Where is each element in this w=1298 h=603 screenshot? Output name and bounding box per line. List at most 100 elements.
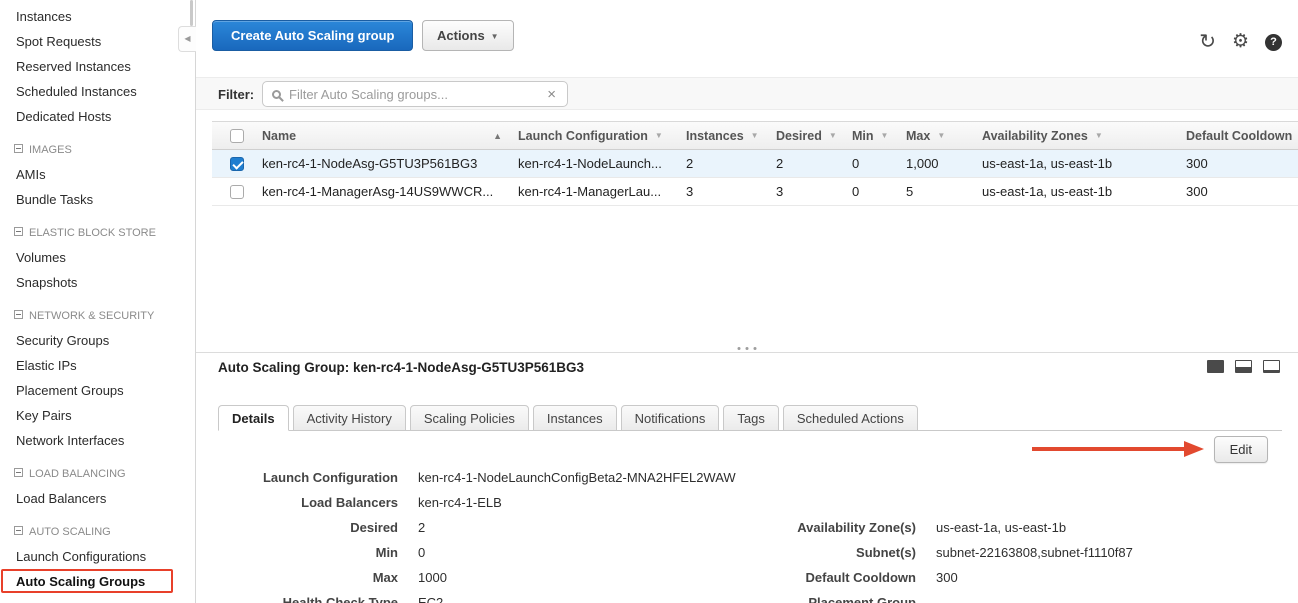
actions-button[interactable]: Actions▼ <box>422 20 514 51</box>
sidebar-item-elastic-ips[interactable]: Elastic IPs <box>0 353 195 378</box>
field-value: subnet-22163808,subnet-f1110f87 <box>936 545 1133 560</box>
refresh-icon[interactable]: ↻ <box>1199 33 1216 51</box>
cell-min: 0 <box>846 156 900 171</box>
column-header-launch-configuration[interactable]: Launch Configuration▼ <box>512 129 680 143</box>
cell-desired: 2 <box>770 156 846 171</box>
field-label: Min <box>218 545 408 560</box>
panel-layout-icons <box>1207 360 1280 373</box>
tab-tags[interactable]: Tags <box>723 405 778 431</box>
sort-caret-icon: ▼ <box>655 131 663 140</box>
sidebar-item-bundle-tasks[interactable]: Bundle Tasks <box>0 187 195 212</box>
filter-search-box: × <box>262 81 568 107</box>
sidebar-item-placement-groups[interactable]: Placement Groups <box>0 378 195 403</box>
detail-fields-left: Launch Configurationken-rc4-1-NodeLaunch… <box>218 470 736 603</box>
column-header-name[interactable]: Name▲ <box>256 129 512 143</box>
cell-instances: 2 <box>680 156 770 171</box>
column-header-availability-zones[interactable]: Availability Zones▼ <box>976 129 1180 143</box>
sidebar-item-key-pairs[interactable]: Key Pairs <box>0 403 195 428</box>
sidebar-item-dedicated-hosts[interactable]: Dedicated Hosts <box>0 104 195 129</box>
field-value: 2 <box>418 520 425 535</box>
collapse-section-icon[interactable] <box>14 526 23 535</box>
create-auto-scaling-group-button[interactable]: Create Auto Scaling group <box>212 20 413 51</box>
field-label: Load Balancers <box>218 495 408 510</box>
cell-instances: 3 <box>680 184 770 199</box>
sidebar-item-network-interfaces[interactable]: Network Interfaces <box>0 428 195 453</box>
field-label: Desired <box>218 520 408 535</box>
field-value: ken-rc4-1-ELB <box>418 495 502 510</box>
sort-caret-icon: ▼ <box>1095 131 1103 140</box>
tab-scaling-policies[interactable]: Scaling Policies <box>410 405 529 431</box>
row-checkbox[interactable] <box>230 185 244 199</box>
sidebar-item-scheduled-instances[interactable]: Scheduled Instances <box>0 79 195 104</box>
collapse-section-icon[interactable] <box>14 144 23 153</box>
search-icon <box>272 90 281 99</box>
sidebar-section-load-balancing[interactable]: LOAD BALANCING <box>0 462 195 486</box>
ec2-console-screen: Instances Spot Requests Reserved Instanc… <box>0 0 1298 603</box>
row-checkbox[interactable] <box>230 157 244 171</box>
splitter-drag-handle[interactable] <box>732 345 763 352</box>
tab-notifications[interactable]: Notifications <box>621 405 720 431</box>
cell-availability-zones: us-east-1a, us-east-1b <box>976 184 1180 199</box>
cell-default-cooldown: 300 <box>1180 184 1298 199</box>
sidebar-item-auto-scaling-groups[interactable]: Auto Scaling Groups <box>0 569 195 594</box>
edit-button[interactable]: Edit <box>1214 436 1268 463</box>
filter-bar: Filter: × |‹ ‹ 1 to 2 of 2 Auto Scaling … <box>196 77 1298 110</box>
collapse-section-icon[interactable] <box>14 468 23 477</box>
sidebar-item-load-balancers[interactable]: Load Balancers <box>0 486 195 511</box>
sidebar-section-images[interactable]: IMAGES <box>0 138 195 162</box>
column-header-max[interactable]: Max▼ <box>900 129 976 143</box>
collapse-panel-icon[interactable] <box>1263 360 1280 373</box>
sidebar-item-snapshots[interactable]: Snapshots <box>0 270 195 295</box>
field-label: Max <box>218 570 408 585</box>
field-value: 0 <box>418 545 425 560</box>
sort-caret-icon: ▼ <box>751 131 759 140</box>
sidebar-item-reserved-instances[interactable]: Reserved Instances <box>0 54 195 79</box>
panel-splitter <box>196 352 1298 353</box>
select-all-checkbox[interactable] <box>230 129 244 143</box>
cell-name: ken-rc4-1-ManagerAsg-14US9WWCR... <box>256 184 512 199</box>
table-row[interactable]: ken-rc4-1-ManagerAsg-14US9WWCR... ken-rc… <box>212 178 1298 206</box>
field-value: 1000 <box>418 570 447 585</box>
help-icon[interactable]: ? <box>1265 34 1282 51</box>
tab-scheduled-actions[interactable]: Scheduled Actions <box>783 405 918 431</box>
field-label: Default Cooldown <box>766 570 926 585</box>
chevron-down-icon: ▼ <box>491 32 499 41</box>
gear-icon[interactable]: ⚙ <box>1232 33 1249 51</box>
column-header-instances[interactable]: Instances▼ <box>680 129 770 143</box>
tab-details[interactable]: Details <box>218 405 289 431</box>
sidebar-item-launch-configurations[interactable]: Launch Configurations <box>0 544 195 569</box>
cell-max: 5 <box>900 184 976 199</box>
collapse-section-icon[interactable] <box>14 227 23 236</box>
select-all-checkbox-cell <box>212 129 256 143</box>
row-checkbox-cell <box>212 185 256 199</box>
cell-desired: 3 <box>770 184 846 199</box>
sidebar-collapse-handle[interactable]: ◀ <box>178 26 196 52</box>
field-label: Launch Configuration <box>218 470 408 485</box>
auto-scaling-groups-table: Name▲ Launch Configuration▼ Instances▼ D… <box>212 121 1298 206</box>
sidebar-section-network-security[interactable]: NETWORK & SECURITY <box>0 304 195 328</box>
sidebar-item-amis[interactable]: AMIs <box>0 162 195 187</box>
tab-activity-history[interactable]: Activity History <box>293 405 406 431</box>
clear-filter-icon[interactable]: × <box>545 87 558 102</box>
sort-caret-icon: ▼ <box>829 131 837 140</box>
column-header-desired[interactable]: Desired▼ <box>770 129 846 143</box>
table-row[interactable]: ken-rc4-1-NodeAsg-G5TU3P561BG3 ken-rc4-1… <box>212 150 1298 178</box>
sidebar-section-auto-scaling[interactable]: AUTO SCALING <box>0 520 195 544</box>
sidebar-item-security-groups[interactable]: Security Groups <box>0 328 195 353</box>
cell-max: 1,000 <box>900 156 976 171</box>
sidebar-item-spot-requests[interactable]: Spot Requests <box>0 29 195 54</box>
filter-input[interactable] <box>289 87 545 102</box>
field-value: EC2 <box>418 595 443 603</box>
column-header-min[interactable]: Min▼ <box>846 129 900 143</box>
sidebar-scrollbar-thumb[interactable] <box>190 0 193 26</box>
split-panel-icon[interactable] <box>1235 360 1252 373</box>
tab-instances[interactable]: Instances <box>533 405 617 431</box>
sort-caret-icon: ▼ <box>881 131 889 140</box>
cell-min: 0 <box>846 184 900 199</box>
expand-panel-icon[interactable] <box>1207 360 1224 373</box>
sidebar-item-instances[interactable]: Instances <box>0 4 195 29</box>
collapse-section-icon[interactable] <box>14 310 23 319</box>
sidebar-item-volumes[interactable]: Volumes <box>0 245 195 270</box>
sidebar-section-elastic-block-store[interactable]: ELASTIC BLOCK STORE <box>0 221 195 245</box>
column-header-default-cooldown[interactable]: Default Cooldown <box>1180 129 1298 143</box>
